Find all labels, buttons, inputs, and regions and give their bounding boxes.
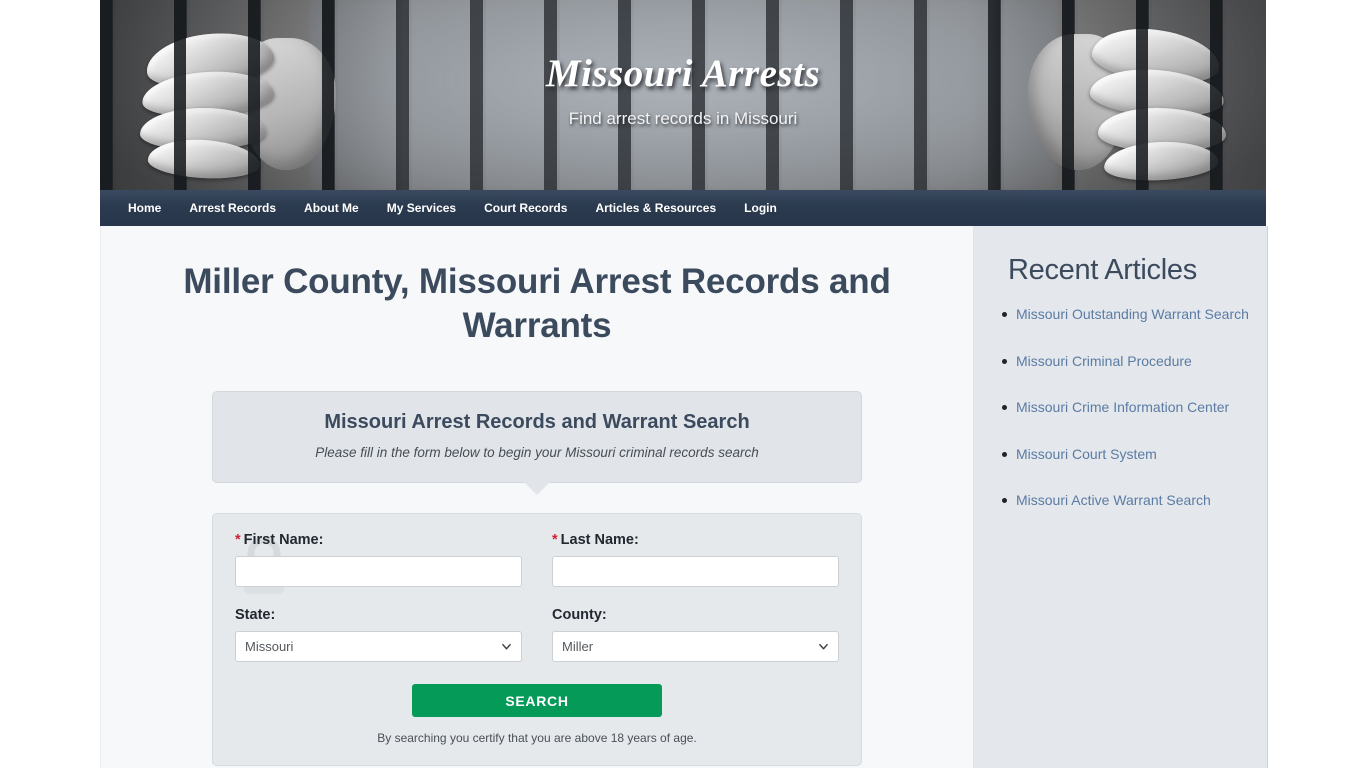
main-navigation: Home Arrest Records About Me My Services… [100, 190, 1266, 226]
site-header-banner: Missouri Arrests Find arrest records in … [100, 0, 1266, 190]
first-name-input[interactable] [235, 556, 522, 587]
sidebar-article-link-3[interactable]: Missouri Court System [1016, 446, 1157, 462]
callout-subtitle: Please fill in the form below to begin y… [315, 445, 759, 460]
nav-item-arrest-records[interactable]: Arrest Records [175, 190, 290, 226]
state-field-group: State: Missouri [235, 607, 522, 662]
last-name-label-text: Last Name: [560, 532, 639, 548]
required-marker-last-name: * [552, 532, 558, 548]
main-column: Miller County, Missouri Arrest Records a… [100, 226, 973, 768]
list-item: Missouri Outstanding Warrant Search [1002, 303, 1249, 326]
banner-title-block: Missouri Arrests Find arrest records in … [100, 52, 1266, 129]
site-title: Missouri Arrests [545, 52, 821, 95]
sidebar-title: Recent Articles [1008, 254, 1197, 286]
list-item: Missouri Criminal Procedure [1002, 350, 1249, 373]
search-callout-box: Missouri Arrest Records and Warrant Sear… [212, 391, 862, 495]
nav-item-home[interactable]: Home [114, 190, 175, 226]
last-name-field-group: * Last Name: [552, 532, 839, 587]
form-row-spacer [235, 587, 839, 607]
name-fields-row: * First Name: * Last Name: [235, 532, 839, 587]
arrest-search-form: * First Name: * Last Name: State: Missou… [212, 513, 862, 766]
recent-articles-list: Missouri Outstanding Warrant Search Miss… [974, 303, 1267, 512]
content-wrapper: Miller County, Missouri Arrest Records a… [100, 226, 1268, 768]
page-title: Miller County, Missouri Arrest Records a… [183, 262, 891, 345]
nav-item-court-records[interactable]: Court Records [470, 190, 581, 226]
list-item: Missouri Active Warrant Search [1002, 489, 1249, 512]
search-button[interactable]: SEARCH [412, 684, 662, 717]
list-item: Missouri Court System [1002, 443, 1249, 466]
sidebar-article-link-2[interactable]: Missouri Crime Information Center [1016, 399, 1229, 415]
county-label: County: [552, 607, 607, 623]
first-name-label-text: First Name: [243, 532, 324, 548]
nav-item-about-me[interactable]: About Me [290, 190, 373, 226]
site-tagline: Find arrest records in Missouri [568, 109, 798, 128]
list-item: Missouri Crime Information Center [1002, 396, 1249, 419]
location-fields-row: State: Missouri County: Miller [235, 607, 839, 662]
nav-item-my-services[interactable]: My Services [373, 190, 470, 226]
state-select[interactable]: Missouri [235, 631, 522, 662]
last-name-label: * Last Name: [552, 532, 839, 548]
county-select[interactable]: Miller [552, 631, 839, 662]
first-name-label: * First Name: [235, 532, 522, 548]
state-label: State: [235, 607, 276, 623]
callout-arrow-icon [524, 481, 550, 495]
sidebar: Recent Articles Missouri Outstanding War… [973, 226, 1268, 768]
county-field-group: County: Miller [552, 607, 839, 662]
first-name-field-group: * First Name: [235, 532, 522, 587]
sidebar-article-link-0[interactable]: Missouri Outstanding Warrant Search [1016, 306, 1249, 322]
county-select-wrapper: Miller [552, 631, 839, 662]
nav-item-login[interactable]: Login [730, 190, 791, 226]
nav-item-articles-resources[interactable]: Articles & Resources [581, 190, 730, 226]
state-select-wrapper: Missouri [235, 631, 522, 662]
sidebar-article-link-1[interactable]: Missouri Criminal Procedure [1016, 353, 1192, 369]
required-marker-first-name: * [235, 532, 241, 548]
page-root: Missouri Arrests Find arrest records in … [0, 0, 1366, 768]
callout-title: Missouri Arrest Records and Warrant Sear… [324, 411, 750, 433]
sidebar-article-link-4[interactable]: Missouri Active Warrant Search [1016, 492, 1211, 508]
age-disclaimer: By searching you certify that you are ab… [377, 731, 697, 745]
last-name-input[interactable] [552, 556, 839, 587]
